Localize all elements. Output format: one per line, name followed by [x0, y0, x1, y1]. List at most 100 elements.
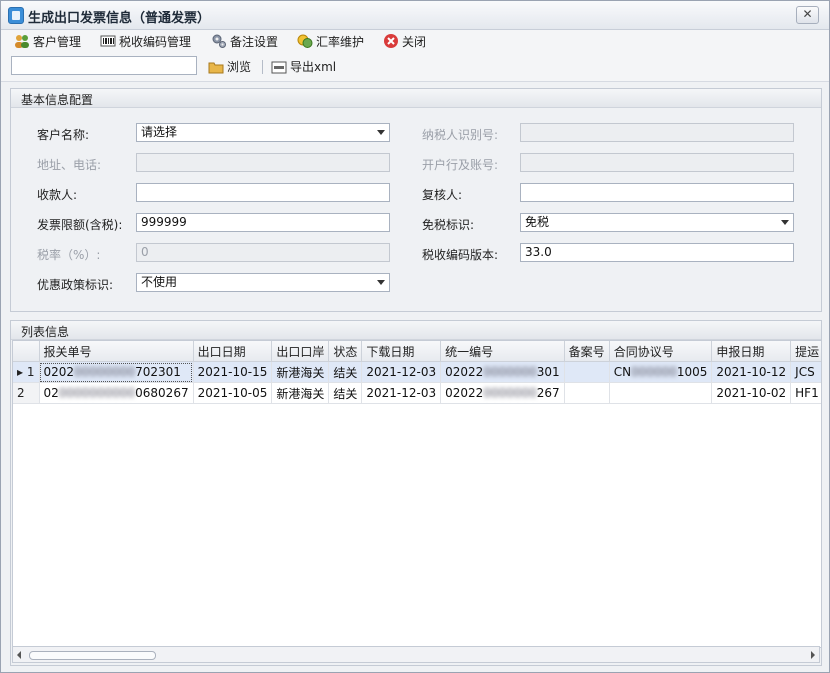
unified-no-cell[interactable]: 020220000000267	[440, 382, 565, 404]
redacted-text: 000000	[631, 365, 677, 379]
customs-no-cell[interactable]: 020200000000702301	[39, 361, 194, 383]
horizontal-scrollbar[interactable]	[12, 646, 820, 663]
customer-name-select[interactable]: 请选择	[136, 123, 390, 142]
menu-tax-code-management[interactable]: 税收编码管理	[100, 33, 191, 51]
scroll-right-icon[interactable]	[811, 651, 815, 659]
column-header[interactable]: 出口日期	[193, 341, 273, 362]
row-marker-icon: ▸	[17, 365, 24, 379]
download-date-cell[interactable]: 2021-12-03	[361, 382, 442, 404]
column-header[interactable]: 提运	[790, 341, 821, 362]
tax-rate-field: 0	[136, 243, 390, 262]
window-close-button[interactable]: ✕	[796, 6, 819, 24]
menu-exchange-rate[interactable]: 汇率维护	[297, 33, 364, 51]
payee-field[interactable]	[136, 183, 390, 202]
declaration-table: 报关单号 出口日期 出口口岸 状态 下载日期 统一编号 备案号 合同协议号 申报…	[13, 341, 821, 404]
column-header[interactable]: 报关单号	[39, 341, 194, 362]
invoice-limit-field[interactable]: 999999	[136, 213, 390, 232]
redacted-text: 00000000	[74, 365, 136, 379]
menu-label: 汇率维护	[316, 35, 365, 49]
preferential-policy-select[interactable]: 不使用	[136, 273, 390, 292]
window-title: 生成出口发票信息（普通发票）	[28, 11, 211, 26]
export-date-cell[interactable]: 2021-10-05	[193, 382, 273, 404]
list-info-header: 列表信息	[11, 321, 821, 340]
status-cell[interactable]: 结关	[328, 382, 363, 404]
scroll-thumb[interactable]	[29, 651, 156, 660]
column-header[interactable]: 申报日期	[711, 341, 792, 362]
basic-info-title: 基本信息配置	[21, 93, 94, 107]
column-header[interactable]: 状态	[328, 341, 363, 362]
tax-exempt-value: 免税	[525, 215, 550, 229]
browse-button[interactable]: 浏览	[208, 58, 251, 76]
row-indicator[interactable]: 2	[13, 382, 40, 404]
menu-label: 关闭	[402, 35, 427, 49]
export-date-cell[interactable]: 2021-10-15	[193, 361, 273, 383]
column-header[interactable]: 合同协议号	[609, 341, 713, 362]
column-header[interactable]: 出口口岸	[271, 341, 330, 362]
unified-no-prefix: 02022	[445, 386, 484, 400]
file-path-input[interactable]	[11, 56, 197, 75]
grid-header-row: 报关单号 出口日期 出口口岸 状态 下载日期 统一编号 备案号 合同协议号 申报…	[13, 341, 821, 362]
taxpayer-id-label: 纳税人识别号:	[422, 128, 499, 142]
transport-cell[interactable]: HF1	[790, 382, 821, 404]
tax-exempt-label: 免税标识:	[422, 218, 475, 232]
contract-no-cell[interactable]: CN0000001005	[609, 361, 713, 383]
record-no-cell[interactable]	[564, 382, 610, 404]
title-bar: 生成出口发票信息（普通发票） ✕	[1, 1, 829, 30]
close-circle-icon	[384, 34, 398, 48]
table-row[interactable]: ▸ 1 020200000000702301 2021-10-15 新港海关 结…	[13, 361, 821, 383]
customer-name-label: 客户名称:	[37, 128, 90, 142]
chevron-down-icon	[377, 280, 385, 285]
export-xml-button[interactable]: 导出xml	[271, 58, 336, 76]
status-cell[interactable]: 结关	[328, 361, 363, 383]
contract-no-prefix: CN	[613, 365, 632, 379]
declare-date-cell[interactable]: 2021-10-02	[711, 382, 792, 404]
menu-close[interactable]: 关闭	[383, 33, 426, 51]
toolbar: 浏览 导出xml	[1, 54, 829, 82]
unified-no-suffix: 267	[536, 386, 560, 400]
transport-cell[interactable]: JCS	[790, 361, 821, 383]
menu-customer-management[interactable]: 客户管理	[14, 33, 81, 51]
customs-no-suffix: 702301	[135, 365, 181, 379]
tax-code-version-field[interactable]: 33.0	[520, 243, 794, 262]
column-header[interactable]: 备案号	[564, 341, 610, 362]
toolbar-separator	[262, 60, 263, 74]
declaration-grid[interactable]: 报关单号 出口日期 出口口岸 状态 下载日期 统一编号 备案号 合同协议号 申报…	[12, 340, 822, 648]
unified-no-suffix: 301	[536, 365, 560, 379]
basic-info-header: 基本信息配置	[11, 89, 821, 108]
export-label: 导出xml	[290, 60, 337, 74]
record-no-cell[interactable]	[564, 361, 610, 383]
taxpayer-id-field	[520, 123, 794, 142]
reviewer-field[interactable]	[520, 183, 794, 202]
download-date-cell[interactable]: 2021-12-03	[361, 361, 442, 383]
menu-label: 客户管理	[33, 35, 82, 49]
barcode-icon	[100, 35, 116, 47]
table-row[interactable]: 2 0200000000000680267 2021-10-05 新港海关 结关…	[13, 382, 821, 404]
export-port-cell[interactable]: 新港海关	[271, 361, 330, 383]
customs-no-cell[interactable]: 0200000000000680267	[39, 382, 194, 404]
preferential-policy-label: 优惠政策标识:	[37, 278, 114, 292]
address-phone-field	[136, 153, 390, 172]
menu-label: 税收编码管理	[119, 35, 192, 49]
bank-account-field	[520, 153, 794, 172]
column-header[interactable]: 下载日期	[361, 341, 442, 362]
scroll-left-icon[interactable]	[17, 651, 21, 659]
redacted-text: 0000000	[483, 386, 537, 400]
payee-label: 收款人:	[37, 188, 78, 202]
tax-exempt-select[interactable]: 免税	[520, 213, 794, 232]
gears-icon	[212, 34, 226, 48]
export-port-cell[interactable]: 新港海关	[271, 382, 330, 404]
customs-no-prefix: 02	[43, 386, 59, 400]
redacted-text: 0000000000	[58, 386, 136, 400]
xml-file-icon	[271, 61, 287, 74]
users-icon	[15, 35, 29, 48]
unified-no-cell[interactable]: 020220000000301	[440, 361, 565, 383]
bank-account-label: 开户行及账号:	[422, 158, 499, 172]
invoice-limit-label: 发票限额(含税):	[37, 218, 123, 232]
tax-code-version-label: 税收编码版本:	[422, 248, 499, 262]
contract-no-cell[interactable]	[609, 382, 713, 404]
menu-remark-settings[interactable]: 备注设置	[211, 33, 278, 51]
column-header[interactable]: 统一编号	[440, 341, 565, 362]
row-indicator[interactable]: ▸ 1	[13, 361, 40, 383]
declare-date-cell[interactable]: 2021-10-12	[711, 361, 792, 383]
browse-label: 浏览	[227, 60, 252, 74]
